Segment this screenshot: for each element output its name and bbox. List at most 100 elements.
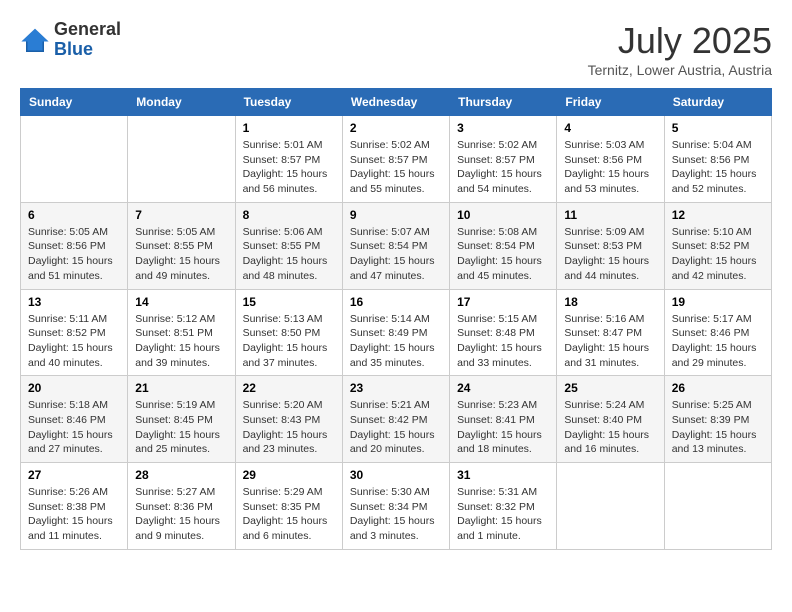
- calendar-cell: [21, 116, 128, 203]
- day-number: 11: [564, 208, 656, 222]
- day-number: 4: [564, 121, 656, 135]
- calendar-cell: 16Sunrise: 5:14 AMSunset: 8:49 PMDayligh…: [342, 289, 449, 376]
- day-info: Sunrise: 5:19 AMSunset: 8:45 PMDaylight:…: [135, 398, 227, 457]
- weekday-header-thursday: Thursday: [450, 89, 557, 116]
- day-info: Sunrise: 5:30 AMSunset: 8:34 PMDaylight:…: [350, 485, 442, 544]
- day-info: Sunrise: 5:06 AMSunset: 8:55 PMDaylight:…: [243, 225, 335, 284]
- day-number: 21: [135, 381, 227, 395]
- logo-blue: Blue: [54, 39, 93, 59]
- calendar-cell: 31 Sunrise: 5:31 AMSunset: 8:32 PMDayligh…: [450, 463, 557, 550]
- day-info: Sunrise: 5:13 AMSunset: 8:50 PMDaylight:…: [243, 312, 335, 371]
- day-number: 13: [28, 295, 120, 309]
- title-area: July 2025 Ternitz, Lower Austria, Austri…: [588, 20, 772, 78]
- calendar-cell: 22Sunrise: 5:20 AMSunset: 8:43 PMDayligh…: [235, 376, 342, 463]
- calendar-cell: 20Sunrise: 5:18 AMSunset: 8:46 PMDayligh…: [21, 376, 128, 463]
- day-number: 30: [350, 468, 442, 482]
- day-info: Sunrise: 5:03 AMSunset: 8:56 PMDaylight:…: [564, 138, 656, 197]
- calendar-cell: 26 Sunrise: 5:25 AMSunset: 8:39 PMDayligh…: [664, 376, 771, 463]
- day-info: Sunrise: 5:07 AMSunset: 8:54 PMDaylight:…: [350, 225, 442, 284]
- weekday-header-saturday: Saturday: [664, 89, 771, 116]
- day-number: 6: [28, 208, 120, 222]
- day-info: Sunrise: 5:08 AMSunset: 8:54 PMDaylight:…: [457, 225, 549, 284]
- day-number: 9: [350, 208, 442, 222]
- day-info: Sunrise: 5:01 AMSunset: 8:57 PMDaylight:…: [243, 138, 335, 197]
- day-number: 31: [457, 468, 549, 482]
- calendar-cell: 23 Sunrise: 5:21 AMSunset: 8:42 PMDayligh…: [342, 376, 449, 463]
- day-info: Sunrise: 5:24 AMSunset: 8:40 PMDaylight:…: [564, 398, 656, 457]
- calendar-cell: 21 Sunrise: 5:19 AMSunset: 8:45 PMDayligh…: [128, 376, 235, 463]
- day-info: Sunrise: 5:04 AMSunset: 8:56 PMDaylight:…: [672, 138, 764, 197]
- calendar-cell: 12 Sunrise: 5:10 AMSunset: 8:52 PMDayligh…: [664, 202, 771, 289]
- weekday-header-monday: Monday: [128, 89, 235, 116]
- logo-general: General: [54, 19, 121, 39]
- day-number: 7: [135, 208, 227, 222]
- day-number: 24: [457, 381, 549, 395]
- calendar-cell: 5 Sunrise: 5:04 AMSunset: 8:56 PMDaylight…: [664, 116, 771, 203]
- day-info: Sunrise: 5:16 AMSunset: 8:47 PMDaylight:…: [564, 312, 656, 371]
- calendar-week-row: 27 Sunrise: 5:26 AMSunset: 8:38 PMDayligh…: [21, 463, 772, 550]
- day-number: 20: [28, 381, 120, 395]
- day-info: Sunrise: 5:02 AMSunset: 8:57 PMDaylight:…: [457, 138, 549, 197]
- day-number: 29: [243, 468, 335, 482]
- calendar-cell: 8Sunrise: 5:06 AMSunset: 8:55 PMDaylight…: [235, 202, 342, 289]
- logo-text: General Blue: [54, 20, 121, 60]
- calendar-cell: 11 Sunrise: 5:09 AMSunset: 8:53 PMDayligh…: [557, 202, 664, 289]
- calendar-cell: 17Sunrise: 5:15 AMSunset: 8:48 PMDayligh…: [450, 289, 557, 376]
- calendar-cell: 27 Sunrise: 5:26 AMSunset: 8:38 PMDayligh…: [21, 463, 128, 550]
- day-info: Sunrise: 5:12 AMSunset: 8:51 PMDaylight:…: [135, 312, 227, 371]
- day-number: 5: [672, 121, 764, 135]
- day-info: Sunrise: 5:17 AMSunset: 8:46 PMDaylight:…: [672, 312, 764, 371]
- location-subtitle: Ternitz, Lower Austria, Austria: [588, 62, 772, 78]
- day-info: Sunrise: 5:15 AMSunset: 8:48 PMDaylight:…: [457, 312, 549, 371]
- day-info: Sunrise: 5:10 AMSunset: 8:52 PMDaylight:…: [672, 225, 764, 284]
- day-number: 2: [350, 121, 442, 135]
- day-number: 26: [672, 381, 764, 395]
- calendar-week-row: 13 Sunrise: 5:11 AMSunset: 8:52 PMDayligh…: [21, 289, 772, 376]
- logo-icon: [20, 25, 50, 55]
- calendar-cell: 24 Sunrise: 5:23 AMSunset: 8:41 PMDayligh…: [450, 376, 557, 463]
- calendar-week-row: 1Sunrise: 5:01 AMSunset: 8:57 PMDaylight…: [21, 116, 772, 203]
- day-number: 3: [457, 121, 549, 135]
- day-info: Sunrise: 5:29 AMSunset: 8:35 PMDaylight:…: [243, 485, 335, 544]
- calendar-cell: 28 Sunrise: 5:27 AMSunset: 8:36 PMDayligh…: [128, 463, 235, 550]
- calendar-cell: [664, 463, 771, 550]
- day-info: Sunrise: 5:23 AMSunset: 8:41 PMDaylight:…: [457, 398, 549, 457]
- calendar-cell: 7 Sunrise: 5:05 AMSunset: 8:55 PMDaylight…: [128, 202, 235, 289]
- day-number: 28: [135, 468, 227, 482]
- day-info: Sunrise: 5:11 AMSunset: 8:52 PMDaylight:…: [28, 312, 120, 371]
- day-number: 25: [564, 381, 656, 395]
- weekday-header-friday: Friday: [557, 89, 664, 116]
- day-number: 14: [135, 295, 227, 309]
- day-number: 10: [457, 208, 549, 222]
- calendar-cell: 6 Sunrise: 5:05 AMSunset: 8:56 PMDaylight…: [21, 202, 128, 289]
- calendar-cell: 18Sunrise: 5:16 AMSunset: 8:47 PMDayligh…: [557, 289, 664, 376]
- day-info: Sunrise: 5:20 AMSunset: 8:43 PMDaylight:…: [243, 398, 335, 457]
- day-info: Sunrise: 5:09 AMSunset: 8:53 PMDaylight:…: [564, 225, 656, 284]
- logo: General Blue: [20, 20, 121, 60]
- calendar-cell: 1Sunrise: 5:01 AMSunset: 8:57 PMDaylight…: [235, 116, 342, 203]
- calendar-cell: 19 Sunrise: 5:17 AMSunset: 8:46 PMDayligh…: [664, 289, 771, 376]
- calendar-cell: 25 Sunrise: 5:24 AMSunset: 8:40 PMDayligh…: [557, 376, 664, 463]
- calendar-cell: [557, 463, 664, 550]
- day-info: Sunrise: 5:26 AMSunset: 8:38 PMDaylight:…: [28, 485, 120, 544]
- calendar-header-row: SundayMondayTuesdayWednesdayThursdayFrid…: [21, 89, 772, 116]
- day-info: Sunrise: 5:02 AMSunset: 8:57 PMDaylight:…: [350, 138, 442, 197]
- day-info: Sunrise: 5:05 AMSunset: 8:56 PMDaylight:…: [28, 225, 120, 284]
- month-title: July 2025: [588, 20, 772, 62]
- day-number: 19: [672, 295, 764, 309]
- day-info: Sunrise: 5:25 AMSunset: 8:39 PMDaylight:…: [672, 398, 764, 457]
- day-number: 23: [350, 381, 442, 395]
- day-number: 27: [28, 468, 120, 482]
- day-info: Sunrise: 5:05 AMSunset: 8:55 PMDaylight:…: [135, 225, 227, 284]
- day-info: Sunrise: 5:21 AMSunset: 8:42 PMDaylight:…: [350, 398, 442, 457]
- day-info: Sunrise: 5:31 AMSunset: 8:32 PMDaylight:…: [457, 485, 549, 544]
- day-info: Sunrise: 5:27 AMSunset: 8:36 PMDaylight:…: [135, 485, 227, 544]
- calendar-cell: 4 Sunrise: 5:03 AMSunset: 8:56 PMDaylight…: [557, 116, 664, 203]
- weekday-header-wednesday: Wednesday: [342, 89, 449, 116]
- day-number: 12: [672, 208, 764, 222]
- calendar-cell: 15Sunrise: 5:13 AMSunset: 8:50 PMDayligh…: [235, 289, 342, 376]
- weekday-header-tuesday: Tuesday: [235, 89, 342, 116]
- calendar-cell: 14 Sunrise: 5:12 AMSunset: 8:51 PMDayligh…: [128, 289, 235, 376]
- calendar-week-row: 6 Sunrise: 5:05 AMSunset: 8:56 PMDaylight…: [21, 202, 772, 289]
- calendar-cell: 29 Sunrise: 5:29 AMSunset: 8:35 PMDayligh…: [235, 463, 342, 550]
